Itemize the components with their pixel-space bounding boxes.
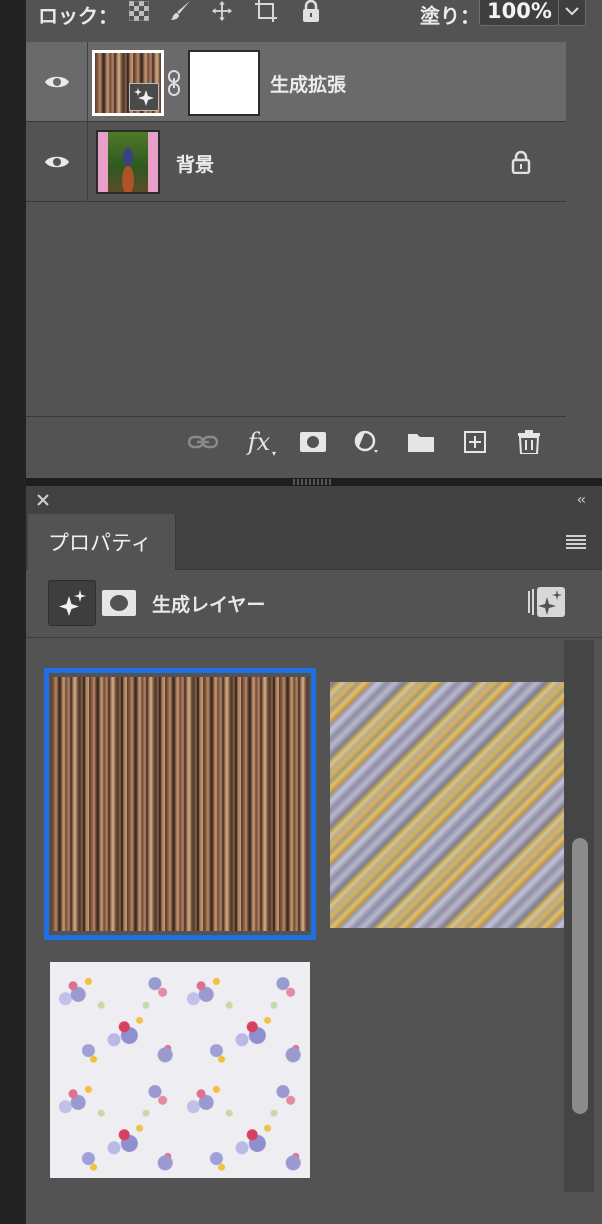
lock-label: ロック： — [38, 4, 118, 28]
layer-visibility-toggle[interactable] — [26, 42, 88, 122]
close-icon[interactable] — [36, 492, 52, 508]
sparkle-icon — [59, 590, 86, 616]
new-layer-icon[interactable] — [460, 428, 490, 456]
layer-visibility-toggle[interactable] — [26, 122, 88, 202]
scrollbar-thumb[interactable] — [572, 838, 588, 1114]
lock-transparent-pixels-icon[interactable] — [126, 0, 152, 22]
properties-titlebar: ‹‹ — [26, 486, 602, 514]
properties-title: 生成レイヤー — [152, 594, 266, 616]
folder-icon[interactable] — [406, 428, 436, 456]
move-icon[interactable] — [209, 0, 235, 22]
layers-panel: ロック： 塗り： 100% 生成拡張 背景 fx ▾ — [26, 0, 602, 485]
layer-lock-icon — [510, 150, 532, 175]
generate-variations-icon[interactable] — [528, 587, 566, 617]
chevron-down-icon — [565, 7, 579, 16]
panel-menu-icon[interactable] — [566, 534, 586, 550]
fx-icon[interactable]: fx ▾ — [244, 428, 276, 458]
variation-thumbnail-stripes[interactable] — [44, 668, 316, 940]
lock-bar: ロック： 塗り： 100% — [26, 0, 602, 40]
layer-row-generative-expand[interactable]: 生成拡張 — [26, 42, 566, 122]
artboard-icon[interactable] — [254, 0, 280, 22]
lock-all-icon[interactable] — [298, 0, 324, 22]
mask-properties-icon[interactable] — [102, 590, 136, 616]
brush-icon[interactable] — [168, 0, 194, 22]
eye-icon — [44, 76, 69, 88]
left-edge — [0, 0, 26, 1224]
variation-thumbnail-diagonal[interactable] — [330, 682, 566, 928]
link-icon[interactable] — [188, 428, 218, 456]
mask-link-icon[interactable] — [166, 70, 182, 96]
tab-properties[interactable]: プロパティ — [28, 514, 176, 570]
layer-mask-thumbnail[interactable] — [188, 50, 260, 116]
properties-header: 生成レイヤー — [26, 570, 602, 638]
layer-thumbnail[interactable] — [96, 130, 160, 194]
add-mask-icon[interactable] — [298, 428, 328, 456]
layer-name[interactable]: 生成拡張 — [270, 70, 346, 97]
collapse-icon[interactable]: ‹‹ — [577, 492, 586, 508]
layers-footer: fx ▾ — [26, 416, 566, 466]
eye-icon — [44, 156, 69, 168]
generative-layer-button[interactable] — [48, 580, 96, 626]
fill-label: 塗り： — [420, 4, 480, 28]
layer-name[interactable]: 背景 — [176, 150, 214, 177]
generative-badge-icon — [129, 83, 159, 111]
layer-row-background[interactable]: 背景 — [26, 122, 566, 202]
layer-thumbnail[interactable] — [92, 50, 164, 116]
fill-dropdown-button[interactable] — [558, 0, 586, 26]
variation-image — [51, 677, 309, 931]
variation-thumbnail-floral[interactable] — [50, 962, 310, 1178]
adjustment-icon[interactable] — [352, 428, 382, 456]
panel-resize-grip[interactable] — [292, 470, 332, 485]
trash-icon[interactable] — [514, 428, 544, 456]
fill-opacity-input[interactable]: 100% — [479, 0, 559, 26]
properties-tabbar: プロパティ — [26, 514, 602, 570]
properties-panel: ‹‹ プロパティ 生成レイヤー — [26, 486, 602, 1224]
